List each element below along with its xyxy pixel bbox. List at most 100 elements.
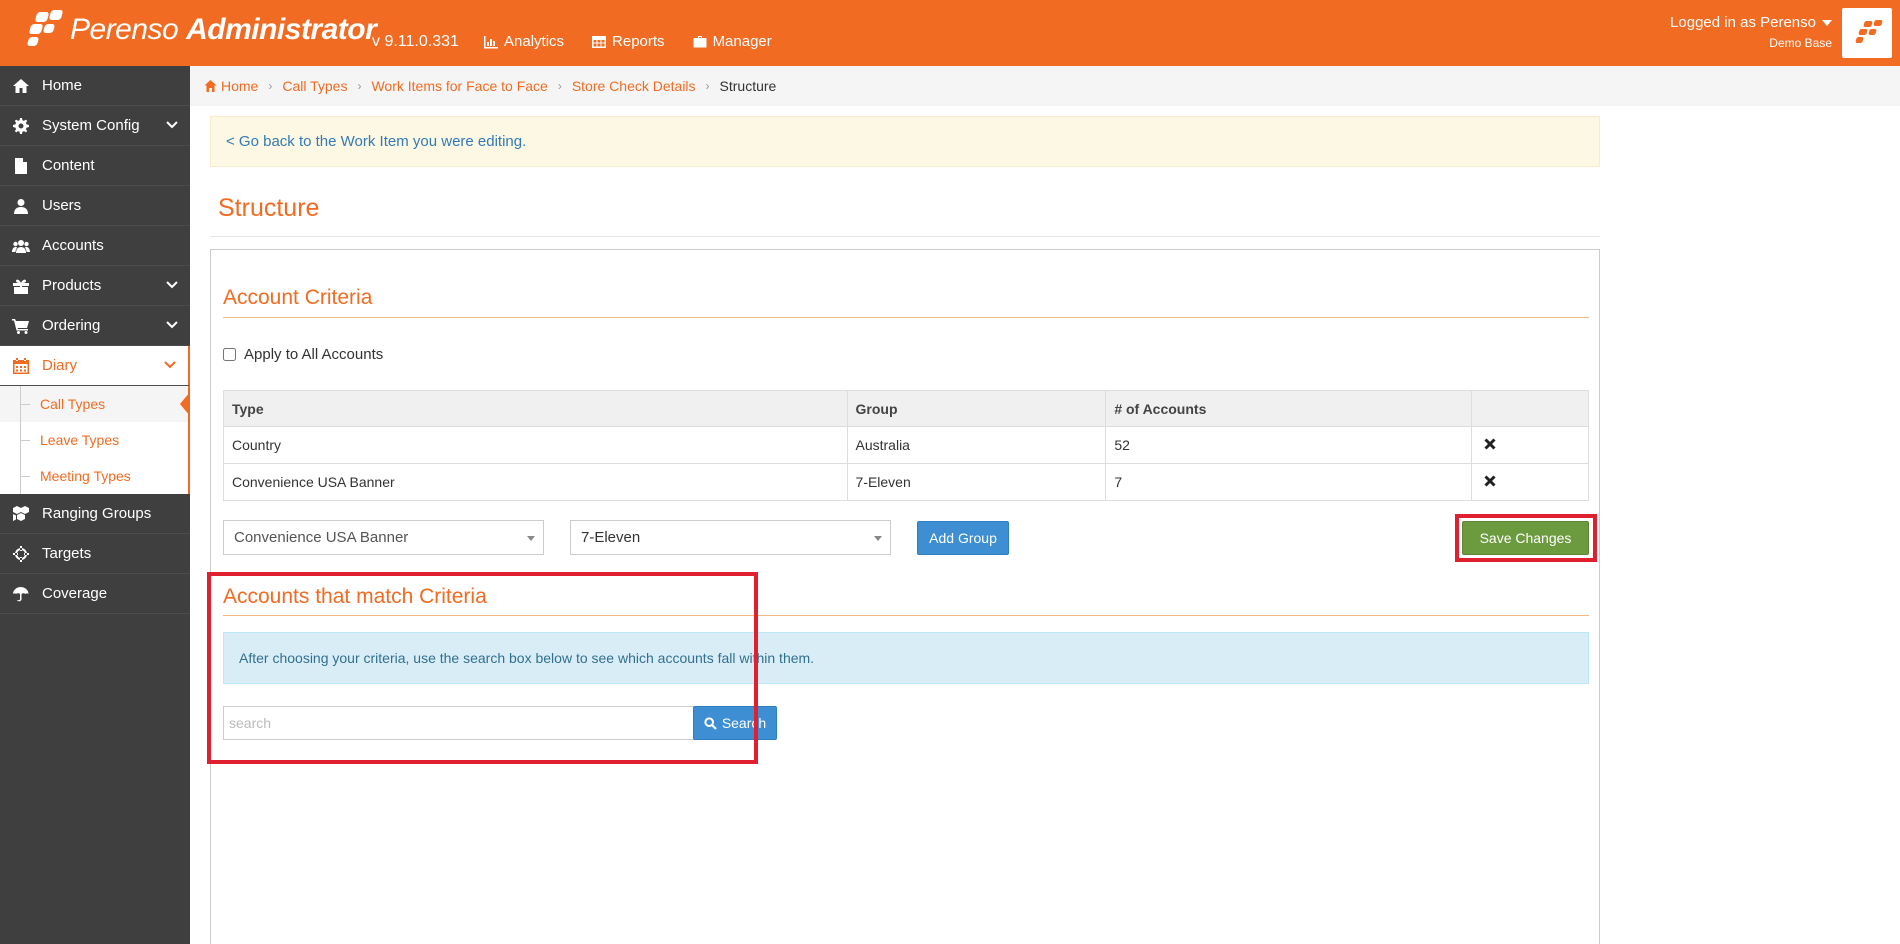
user-menu[interactable]: Logged in as Perenso Demo Base (1670, 14, 1832, 50)
breadcrumb-label: Home (221, 78, 259, 94)
top-header: Perenso Administrator v 9.11.0.331 Analy… (0, 0, 1900, 66)
nav-reports-label: Reports (612, 33, 665, 50)
type-select-value: Convenience USA Banner (234, 529, 409, 546)
table-icon (592, 35, 607, 48)
breadcrumb-current: Structure (719, 78, 777, 94)
sidebar-item-accounts[interactable]: Accounts (0, 226, 190, 266)
diary-submenu: Call Types Leave Types Meeting Types (0, 386, 190, 494)
type-select[interactable]: Convenience USA Banner (223, 520, 544, 555)
perenso-logo-icon (26, 10, 66, 50)
logo-text-light: Perenso (70, 13, 179, 46)
sidebar-item-content[interactable]: Content (0, 146, 190, 186)
cell-type: Convenience USA Banner (223, 463, 848, 501)
column-header-count: # of Accounts (1105, 390, 1473, 427)
table-row: Country Australia 52 (223, 426, 1589, 464)
sidebar-item-label: Accounts (42, 237, 104, 254)
sidebar-subitem-label: Leave Types (40, 432, 120, 448)
add-group-button[interactable]: Add Group (917, 521, 1009, 555)
avatar[interactable] (1842, 8, 1892, 58)
cell-count: 52 (1105, 426, 1473, 464)
file-icon (15, 158, 27, 174)
sidebar-item-coverage[interactable]: Coverage (0, 574, 190, 614)
chart-icon (484, 35, 498, 48)
briefcase-icon (693, 35, 707, 47)
umbrella-icon (13, 587, 29, 602)
sidebar-item-label: Products (42, 277, 102, 294)
group-select-value: 7-Eleven (581, 529, 641, 546)
cell-actions (1471, 426, 1589, 464)
home-icon (13, 79, 29, 93)
breadcrumb-store-check[interactable]: Store Check Details (572, 78, 696, 94)
user-base-label: Demo Base (1769, 36, 1832, 50)
apply-all-row[interactable]: Apply to All Accounts (223, 346, 383, 363)
chevron-down-icon (166, 121, 178, 129)
table-header-row: Type Group # of Accounts (223, 390, 1589, 427)
cell-actions (1471, 463, 1589, 501)
account-criteria-title: Account Criteria (223, 286, 373, 309)
user-logged-label: Logged in as Perenso (1670, 14, 1816, 31)
sidebar-item-ordering[interactable]: Ordering (0, 306, 190, 346)
calendar-icon (13, 358, 29, 374)
apply-all-label: Apply to All Accounts (244, 346, 384, 363)
sidebar-item-label: Home (42, 77, 83, 94)
top-nav: Analytics Reports Manager (484, 33, 772, 50)
column-header-group: Group (846, 390, 1107, 427)
users-icon (12, 240, 30, 253)
sidebar-item-ranging-groups[interactable]: Ranging Groups (0, 494, 190, 534)
sidebar-item-label: Coverage (42, 585, 108, 602)
remove-icon[interactable] (1484, 475, 1496, 487)
sidebar-subitem-label: Meeting Types (40, 468, 131, 484)
sidebar-item-targets[interactable]: Targets (0, 534, 190, 574)
structure-panel: Account Criteria Apply to All Accounts T… (207, 249, 1600, 944)
sidebar-item-system-config[interactable]: System Config (0, 106, 190, 146)
cell-count: 7 (1105, 463, 1473, 501)
perenso-logo[interactable]: Perenso Administrator (26, 10, 377, 50)
nav-analytics[interactable]: Analytics (484, 33, 564, 50)
breadcrumb-separator-icon: › (557, 79, 562, 93)
sidebar-item-label: System Config (42, 117, 140, 134)
title-divider (210, 236, 1600, 237)
nav-manager[interactable]: Manager (693, 33, 772, 50)
sidebar-subitem-meeting-types[interactable]: Meeting Types (0, 458, 188, 494)
cart-icon (12, 319, 29, 334)
cubes-icon (13, 506, 29, 521)
chevron-down-icon (166, 281, 178, 289)
crosshairs-icon (13, 546, 29, 562)
user-icon (14, 199, 28, 214)
sidebar-item-products[interactable]: Products (0, 266, 190, 306)
sidebar-item-users[interactable]: Users (0, 186, 190, 226)
cell-type: Country (223, 426, 848, 464)
group-select[interactable]: 7-Eleven (570, 520, 891, 555)
cell-group: Australia (846, 426, 1107, 464)
section-divider (223, 317, 1589, 318)
breadcrumb-separator-icon: › (268, 79, 273, 93)
sidebar-item-label: Diary (42, 357, 78, 374)
sidebar-subitem-label: Call Types (40, 396, 106, 412)
page-title: Structure (218, 194, 320, 222)
breadcrumb-call-types[interactable]: Call Types (282, 78, 347, 94)
version-label: v 9.11.0.331 (372, 33, 459, 50)
back-link[interactable]: < Go back to the Work Item you were edit… (226, 133, 526, 150)
gear-icon (13, 118, 29, 134)
home-icon (204, 80, 217, 92)
chevron-down-icon (164, 361, 176, 369)
sidebar-subitem-leave-types[interactable]: Leave Types (0, 422, 188, 458)
table-row: Convenience USA Banner 7-Eleven 7 (223, 463, 1589, 501)
sidebar-item-home[interactable]: Home (0, 66, 190, 106)
sidebar-subitem-call-types[interactable]: Call Types (0, 386, 190, 422)
breadcrumb-separator-icon: › (357, 79, 362, 93)
breadcrumb-home[interactable]: Home (204, 78, 258, 94)
nav-manager-label: Manager (712, 33, 772, 50)
breadcrumb-work-items[interactable]: Work Items for Face to Face (371, 78, 547, 94)
apply-all-checkbox[interactable] (223, 348, 236, 361)
breadcrumb-separator-icon: › (705, 79, 710, 93)
sidebar-item-diary[interactable]: Diary (0, 346, 190, 386)
sidebar-item-label: Users (42, 197, 82, 214)
cell-group: 7-Eleven (846, 463, 1107, 501)
sidebar-item-label: Targets (42, 545, 92, 562)
save-changes-button[interactable]: Save Changes (1462, 521, 1589, 555)
remove-icon[interactable] (1484, 438, 1496, 450)
nav-reports[interactable]: Reports (592, 33, 665, 50)
back-alert: < Go back to the Work Item you were edit… (210, 116, 1600, 167)
sidebar: Home System Config Content Users Account… (0, 66, 190, 944)
